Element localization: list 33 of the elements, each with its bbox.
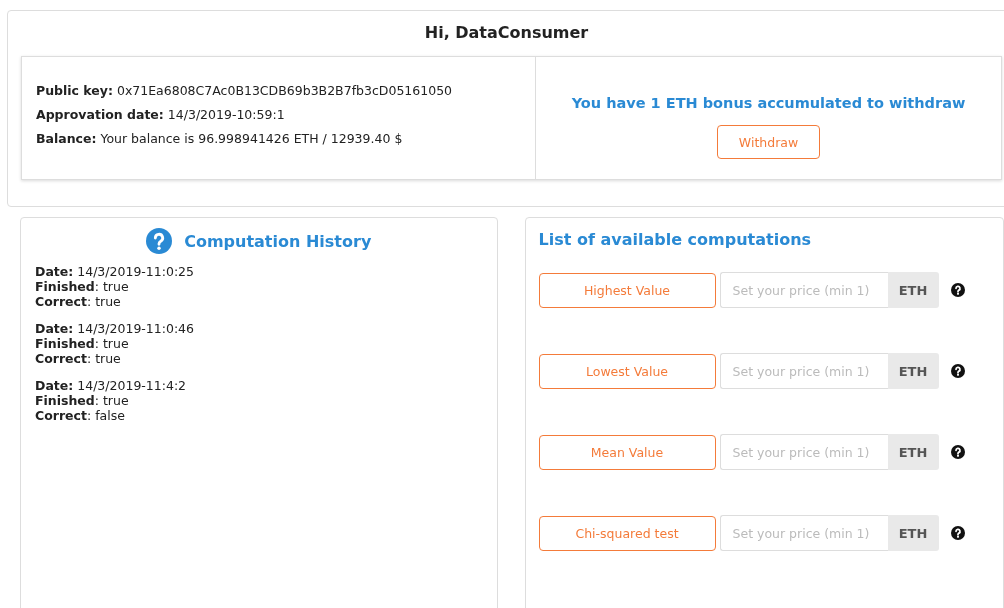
history-line: Finished: true [35,393,130,408]
bonus-message: You have 1 ETH bonus accumulated to withdraw [571,95,966,111]
currency-addon: ETH [887,515,939,551]
history-line: Finished: true [35,336,130,351]
history-line: Date: 14/3/2019-11:0:25 [35,264,196,279]
help-icon[interactable] [950,526,965,540]
currency-addon: ETH [887,434,939,470]
history-line: Correct: true [35,294,122,309]
computation-button[interactable]: Highest Value [538,272,716,308]
withdraw-button[interactable]: Withdraw [717,125,820,159]
account-info-line: Public key: 0x71Ea6808C7Ac0B13CDB69b3B2B7fb3cD05161050 [36,83,454,99]
computation-button[interactable]: Chi-squared test [538,515,716,551]
price-field[interactable]: Set your price (min 1) [719,434,888,470]
price-field[interactable]: Set your price (min 1) [719,353,888,389]
price-field[interactable]: Set your price (min 1) [719,272,888,308]
greeting-title: Hi, DataConsumer [423,22,590,44]
history-line: Finished: true [35,279,130,294]
computation-button[interactable]: Lowest Value [538,353,716,389]
history-line: Date: 14/3/2019-11:0:46 [35,321,196,336]
history-line: Correct: false [35,408,126,423]
currency-addon: ETH [887,353,939,389]
currency-addon: ETH [887,272,939,308]
history-title: Computation History [184,231,372,251]
price-field[interactable]: Set your price (min 1) [719,515,888,551]
computation-button[interactable]: Mean Value [538,434,716,470]
history-line: Date: 14/3/2019-11:4:2 [35,378,188,393]
help-icon[interactable] [950,445,965,459]
help-icon[interactable] [950,283,965,297]
account-info-line: Approvation date: 14/3/2019-10:59:1 [36,107,286,123]
computations-title: List of available computations [538,230,813,249]
account-info-line: Balance: Your balance is 96.998941426 ETH / 12939.40 $ [36,131,404,147]
history-line: Correct: true [35,351,122,366]
help-icon[interactable] [950,364,965,378]
